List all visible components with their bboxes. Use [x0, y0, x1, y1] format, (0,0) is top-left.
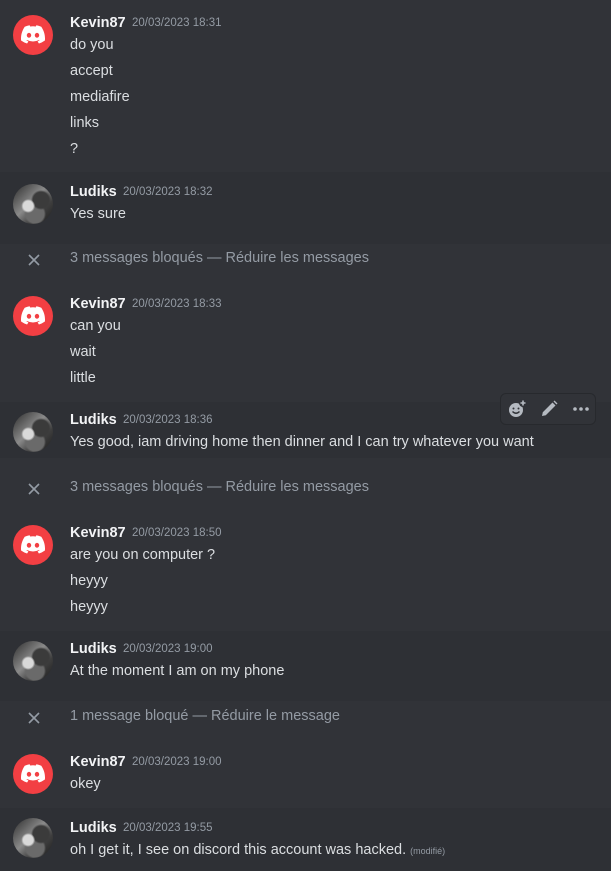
message-text: accept: [70, 63, 113, 79]
avatar[interactable]: [13, 412, 53, 452]
discord-logo-icon: [21, 25, 45, 44]
message-timestamp: 20/03/2023 18:32: [123, 186, 213, 198]
collapse-messages-link[interactable]: Réduire le message: [211, 708, 340, 724]
message-text: Yes good, iam driving home then dinner a…: [70, 434, 534, 450]
message-text: wait: [70, 344, 96, 360]
add-reaction-icon: [509, 399, 527, 417]
edit-message-button[interactable]: [533, 394, 565, 424]
discord-logo-icon: [21, 535, 45, 554]
blocked-messages-notice: 1 message bloqué — Réduire le message: [0, 706, 611, 730]
author-name[interactable]: Ludiks: [70, 641, 117, 657]
message-text: ?: [70, 141, 79, 157]
discord-logo-icon: [21, 764, 45, 783]
author-name[interactable]: Ludiks: [70, 184, 117, 200]
message-text: little: [70, 370, 96, 386]
close-icon[interactable]: [27, 253, 41, 267]
more-options-icon: [573, 407, 589, 411]
message-group: Kevin87 20/03/2023 19:00 okey: [0, 742, 611, 808]
message-text: do you: [70, 37, 114, 53]
avatar[interactable]: [13, 818, 53, 858]
separator: —: [192, 708, 208, 724]
blocked-messages-notice: 3 messages bloqués — Réduire les messages: [0, 477, 611, 501]
collapse-messages-link[interactable]: Réduire les messages: [226, 250, 369, 266]
message-timestamp: 20/03/2023 19:00: [123, 643, 213, 655]
message-group: Kevin87 20/03/2023 18:50 are you on comp…: [0, 513, 611, 623]
message-text: are you on computer ?: [70, 547, 216, 563]
message-text: okey: [70, 776, 101, 792]
message-group: Kevin87 20/03/2023 18:31 do you accept m…: [0, 0, 611, 162]
message-text: mediafire: [70, 89, 130, 105]
avatar[interactable]: [13, 184, 53, 224]
separator: —: [207, 250, 222, 266]
more-options-button[interactable]: [565, 394, 597, 424]
message-text: oh I get it, I see on discord this accou…: [70, 840, 445, 861]
author-name[interactable]: Kevin87: [70, 15, 126, 31]
separator: —: [207, 479, 222, 495]
message-text: At the moment I am on my phone: [70, 663, 285, 679]
message-group: Ludiks 20/03/2023 19:55 oh I get it, I s…: [0, 808, 611, 871]
avatar[interactable]: [13, 15, 53, 55]
blocked-count-text: 1 message bloqué: [70, 708, 189, 724]
close-icon[interactable]: [27, 482, 41, 496]
message-group: Ludiks 20/03/2023 19:00 At the moment I …: [0, 631, 611, 701]
avatar[interactable]: [13, 525, 53, 565]
author-name[interactable]: Ludiks: [70, 412, 117, 428]
message-text: links: [70, 115, 100, 131]
message-group: Kevin87 20/03/2023 18:33 can you wait li…: [0, 284, 611, 394]
message-text: heyyy: [70, 573, 108, 589]
discord-logo-icon: [21, 306, 45, 325]
author-name[interactable]: Ludiks: [70, 820, 117, 836]
author-name[interactable]: Kevin87: [70, 525, 126, 541]
message-text: Yes sure: [70, 206, 126, 222]
collapse-messages-link[interactable]: Réduire les messages: [226, 479, 369, 495]
message-text: heyyy: [70, 599, 108, 615]
message-group: Ludiks 20/03/2023 18:32 Yes sure: [0, 172, 611, 244]
avatar[interactable]: [13, 754, 53, 794]
message-text: can you: [70, 318, 121, 334]
add-reaction-button[interactable]: [501, 394, 533, 424]
message-timestamp: 20/03/2023 18:33: [132, 298, 222, 310]
message-timestamp: 20/03/2023 18:50: [132, 527, 222, 539]
message-body: oh I get it, I see on discord this accou…: [70, 842, 407, 858]
message-timestamp: 20/03/2023 19:55: [123, 822, 213, 834]
edit-pencil-icon: [542, 400, 558, 416]
message-actions-toolbar: [500, 393, 596, 425]
blocked-messages-notice: 3 messages bloqués — Réduire les messages: [0, 248, 611, 272]
avatar[interactable]: [13, 296, 53, 336]
edited-label: (modifié): [410, 846, 446, 856]
author-name[interactable]: Kevin87: [70, 296, 126, 312]
blocked-count-text: 3 messages bloqués: [70, 479, 203, 495]
message-timestamp: 20/03/2023 18:36: [123, 414, 213, 426]
avatar[interactable]: [13, 641, 53, 681]
message-timestamp: 20/03/2023 19:00: [132, 756, 222, 768]
blocked-count-text: 3 messages bloqués: [70, 250, 203, 266]
author-name[interactable]: Kevin87: [70, 754, 126, 770]
close-icon[interactable]: [27, 711, 41, 725]
message-timestamp: 20/03/2023 18:31: [132, 17, 222, 29]
